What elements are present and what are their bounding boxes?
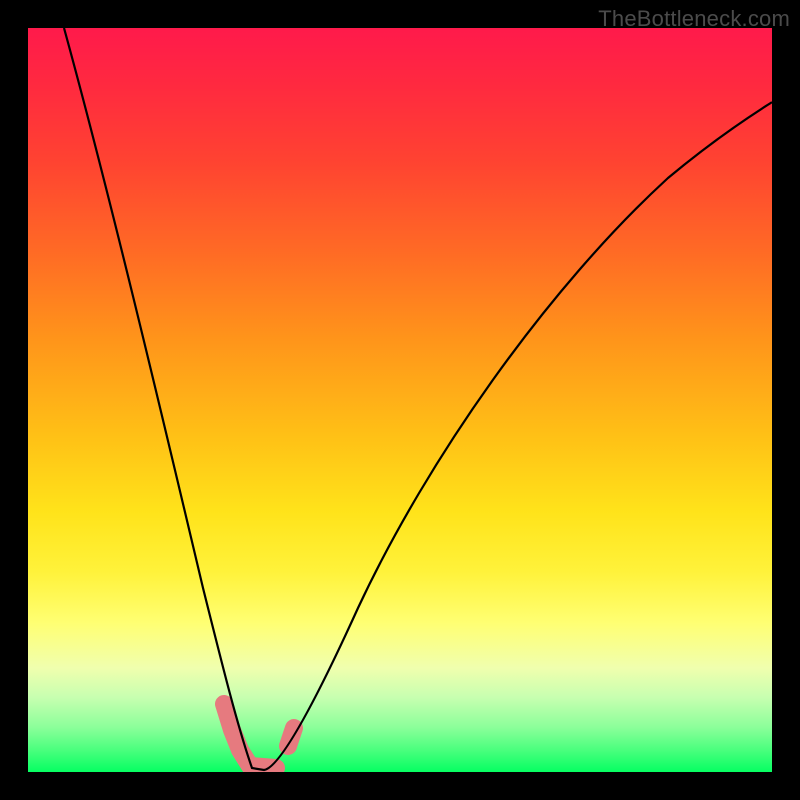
bottleneck-curve [64, 28, 772, 770]
attribution-text: TheBottleneck.com [598, 6, 790, 32]
plot-area [28, 28, 772, 772]
bottleneck-curve-svg [28, 28, 772, 772]
chart-frame: TheBottleneck.com [0, 0, 800, 800]
